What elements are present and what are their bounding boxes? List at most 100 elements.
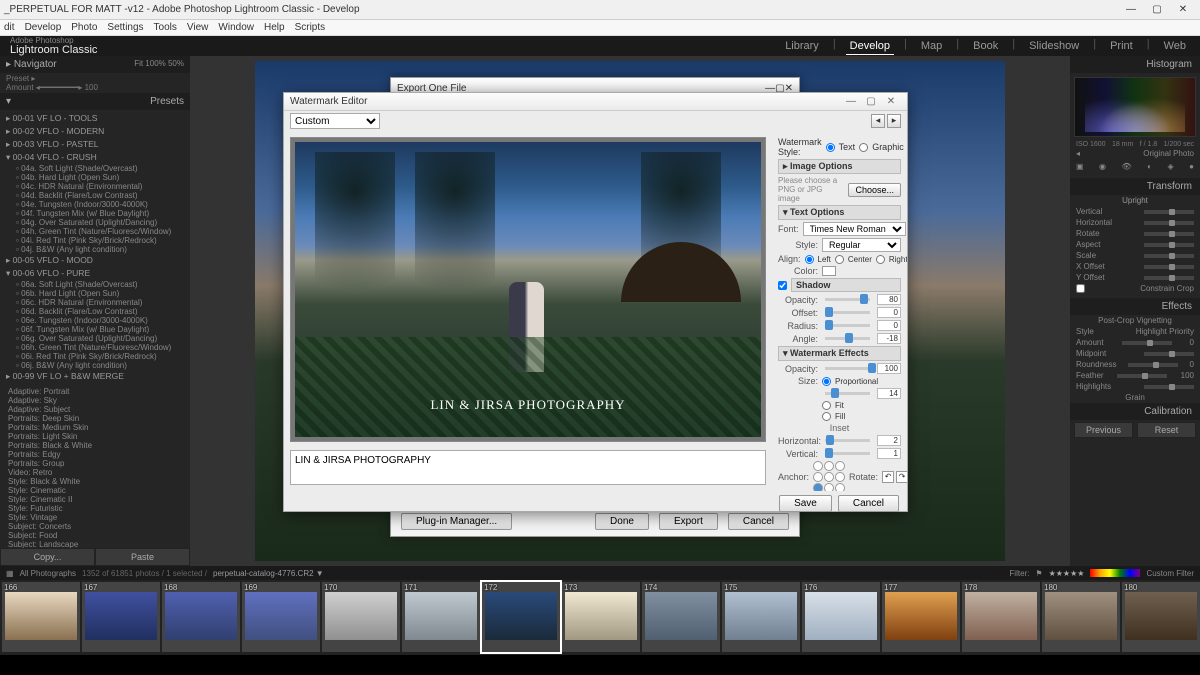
transform-row[interactable]: Rotate	[1070, 228, 1200, 239]
menu-window[interactable]: Window	[218, 22, 254, 33]
font-select[interactable]: Times New Roman	[803, 222, 906, 236]
tool-icon[interactable]: ▣	[1076, 162, 1084, 171]
menu-view[interactable]: View	[187, 22, 209, 33]
preset-item[interactable]: ▫ 06b. Hard Light (Open Sun)	[0, 289, 190, 298]
style-preset[interactable]: Style: Cinematic	[0, 486, 190, 495]
preset-folder[interactable]: ▸ 00-99 VF LO + B&W MERGE	[0, 370, 190, 383]
module-print[interactable]: Print	[1106, 38, 1137, 55]
navigator-header[interactable]: ▸ Navigator Fit 100% 50%	[0, 56, 190, 73]
effects-header[interactable]: Effects	[1070, 298, 1200, 315]
text-options-header[interactable]: ▾ Text Options	[778, 205, 901, 220]
effects-row[interactable]: Roundness0	[1070, 359, 1200, 370]
tool-icon[interactable]: ◉	[1099, 162, 1106, 171]
thumbnail[interactable]: 177	[882, 582, 960, 652]
shadow-radius-slider[interactable]	[825, 324, 870, 327]
preset-item[interactable]: ▫ 06g. Over Saturated (Uplight/Dancing)	[0, 334, 190, 343]
style-preset[interactable]: Subject: Food	[0, 531, 190, 540]
size-slider[interactable]	[825, 392, 870, 395]
menu-photo[interactable]: Photo	[71, 22, 97, 33]
style-preset[interactable]: Adaptive: Sky	[0, 396, 190, 405]
menu-tools[interactable]: Tools	[154, 22, 177, 33]
shadow-header[interactable]: Shadow	[791, 278, 901, 292]
preset-item[interactable]: ▫ 06f. Tungsten Mix (w/ Blue Daylight)	[0, 325, 190, 334]
menu-scripts[interactable]: Scripts	[295, 22, 326, 33]
vertical-slider[interactable]	[825, 452, 870, 455]
style-text-radio[interactable]	[826, 143, 835, 152]
module-web[interactable]: Web	[1160, 38, 1190, 55]
module-develop[interactable]: Develop	[846, 38, 894, 55]
shadow-offset-slider[interactable]	[825, 311, 870, 314]
style-preset[interactable]: Subject: Concerts	[0, 522, 190, 531]
style-preset[interactable]: Adaptive: Portrait	[0, 387, 190, 396]
grid-view-icon[interactable]: ▦	[6, 569, 14, 578]
watermark-text-input[interactable]	[290, 450, 766, 485]
preset-tree[interactable]: ▸ 00-01 VF LO - TOOLS ▸ 00-02 VFLO - MOD…	[0, 110, 190, 548]
module-map[interactable]: Map	[917, 38, 946, 55]
flag-icon[interactable]: ⚑	[1035, 569, 1042, 578]
tool-icon[interactable]: ●	[1189, 162, 1194, 171]
style-preset[interactable]: Style: Vintage	[0, 513, 190, 522]
transform-row[interactable]: Vertical	[1070, 206, 1200, 217]
preset-item[interactable]: ▫ 04f. Tungsten Mix (w/ Blue Daylight)	[0, 209, 190, 218]
menu-develop[interactable]: Develop	[25, 22, 62, 33]
tool-icon[interactable]: ◈	[1167, 162, 1173, 171]
presets-header[interactable]: ▾ Presets	[0, 93, 190, 110]
preset-folder[interactable]: ▸ 00-02 VFLO - MODERN	[0, 125, 190, 138]
preset-item[interactable]: ▫ 04g. Over Saturated (Uplight/Dancing)	[0, 218, 190, 227]
calibration-header[interactable]: Calibration	[1070, 403, 1200, 420]
preset-item[interactable]: ▫ 06e. Tungsten (Indoor/3000-4000K)	[0, 316, 190, 325]
style-preset[interactable]: Portraits: Edgy	[0, 450, 190, 459]
color-label-filter[interactable]	[1090, 569, 1140, 577]
tool-icon[interactable]: 👁	[1122, 162, 1132, 171]
style-preset[interactable]: Adaptive: Subject	[0, 405, 190, 414]
style-preset[interactable]: Style: Futuristic	[0, 504, 190, 513]
preset-item[interactable]: ▫ 06i. Red Tint (Pink Sky/Brick/Redrock)	[0, 352, 190, 361]
watermark-effects-header[interactable]: ▾ Watermark Effects	[778, 346, 901, 361]
thumbnail[interactable]: 170	[322, 582, 400, 652]
size-fill-radio[interactable]	[822, 412, 831, 421]
transform-row[interactable]: Scale	[1070, 250, 1200, 261]
menu-edit[interactable]: dit	[4, 22, 15, 33]
filmstrip-source[interactable]: All Photographs	[20, 569, 76, 578]
style-preset[interactable]: Portraits: Deep Skin	[0, 414, 190, 423]
shadow-checkbox[interactable]	[778, 281, 787, 290]
style-preset[interactable]: Portraits: Light Skin	[0, 432, 190, 441]
style-preset[interactable]: Style: Cinematic II	[0, 495, 190, 504]
thumbnail[interactable]: 173	[562, 582, 640, 652]
watermark-cancel-button[interactable]: Cancel	[838, 495, 899, 512]
next-image-button[interactable]: ▸	[887, 114, 901, 128]
transform-row[interactable]: Y Offset	[1070, 272, 1200, 283]
thumbnail[interactable]: 176	[802, 582, 880, 652]
previous-button[interactable]: Previous	[1074, 422, 1133, 438]
transform-header[interactable]: Transform	[1070, 178, 1200, 195]
preset-item[interactable]: ▫ 04b. Hard Light (Open Sun)	[0, 173, 190, 182]
tool-icon[interactable]: ◐	[1147, 162, 1152, 171]
module-library[interactable]: Library	[781, 38, 823, 55]
choose-image-button[interactable]: Choose...	[848, 183, 901, 197]
style-preset[interactable]: Portraits: Black & White	[0, 441, 190, 450]
rating-stars[interactable]: ★★★★★	[1049, 569, 1085, 578]
minimize-icon[interactable]: —	[1118, 4, 1144, 15]
style-preset[interactable]: Style: Black & White	[0, 477, 190, 486]
thumbnail[interactable]: 180	[1042, 582, 1120, 652]
effects-row[interactable]: Amount0	[1070, 337, 1200, 348]
size-proportional-radio[interactable]	[822, 377, 831, 386]
effects-row[interactable]: Highlights	[1070, 381, 1200, 392]
minimize-icon[interactable]: —	[841, 96, 861, 107]
size-fit-radio[interactable]	[822, 401, 831, 410]
horizontal-slider[interactable]	[825, 439, 870, 442]
preset-item[interactable]: ▫ 04d. Backlit (Flare/Low Contrast)	[0, 191, 190, 200]
align-center-radio[interactable]	[835, 255, 844, 264]
thumbnail[interactable]: 166	[2, 582, 80, 652]
shadow-opacity-slider[interactable]	[825, 298, 870, 301]
effects-row[interactable]: Midpoint	[1070, 348, 1200, 359]
preset-folder[interactable]: ▾ 00-06 VFLO - PURE	[0, 267, 190, 280]
maximize-icon[interactable]: ▢	[1144, 4, 1170, 15]
preset-item[interactable]: ▫ 04j. B&W (Any light condition)	[0, 245, 190, 254]
thumbnail[interactable]: 167	[82, 582, 160, 652]
effects-row[interactable]: Feather100	[1070, 370, 1200, 381]
image-options-header[interactable]: ▸ Image Options	[778, 159, 901, 174]
preset-item[interactable]: ▫ 04i. Red Tint (Pink Sky/Brick/Redrock)	[0, 236, 190, 245]
preset-item[interactable]: ▫ 06a. Soft Light (Shade/Overcast)	[0, 280, 190, 289]
thumbnail[interactable]: 168	[162, 582, 240, 652]
